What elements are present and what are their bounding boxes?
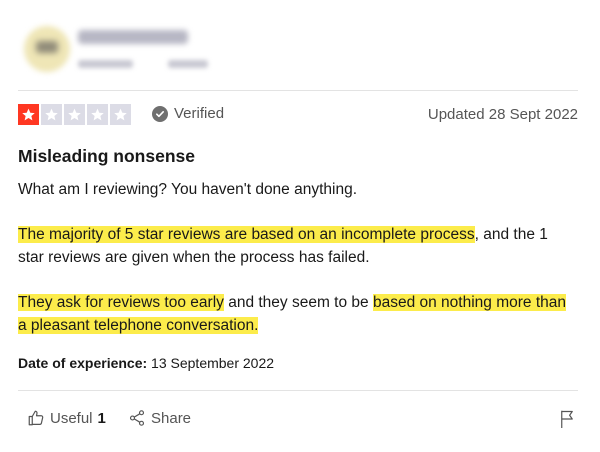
flag-icon — [561, 410, 573, 428]
footer-divider — [18, 390, 578, 391]
highlighted-text: They ask for reviews too early — [18, 294, 224, 311]
avatar[interactable] — [24, 26, 70, 72]
verified-label: Verified — [174, 105, 225, 122]
rating-row: Verified Updated 28 Sept 2022 — [18, 104, 578, 128]
header-divider — [18, 90, 578, 91]
star-icon — [64, 104, 85, 125]
reviewer-header[interactable] — [18, 10, 318, 80]
star-icon — [87, 104, 108, 125]
experience-label: Date of experience: — [18, 355, 148, 371]
experience-value: 13 September 2022 — [147, 355, 275, 371]
reviewer-name-blurred[interactable] — [78, 30, 188, 44]
share-label: Share — [151, 409, 192, 427]
paragraph-text: and they seem to be — [223, 294, 373, 311]
star-rating — [18, 104, 131, 125]
highlighted-text: The majority of 5 star reviews are based… — [18, 226, 475, 243]
updated-date: Updated 28 Sept 2022 — [427, 106, 578, 123]
report-button[interactable] — [558, 409, 576, 434]
check-circle-icon — [152, 105, 168, 122]
review-paragraph: What am I reviewing? You haven't done an… — [18, 178, 574, 201]
review-paragraph: The majority of 5 star reviews are based… — [18, 223, 574, 269]
paragraph-text: What am I reviewing? You haven't done an… — [18, 181, 358, 198]
share-icon — [129, 410, 145, 426]
useful-button[interactable]: Useful 1 — [27, 409, 106, 427]
date-of-experience: Date of experience: 13 September 2022 — [18, 355, 274, 371]
useful-label: Useful — [50, 409, 93, 427]
review-paragraph: They ask for reviews too early and they … — [18, 291, 574, 337]
review-title[interactable]: Misleading nonsense — [18, 146, 195, 167]
thumbs-up-icon — [28, 410, 44, 426]
review-card: Verified Updated 28 Sept 2022 Misleading… — [18, 0, 578, 452]
review-body: What am I reviewing? You haven't done an… — [18, 178, 574, 337]
star-icon — [41, 104, 62, 125]
review-actions: Useful 1 Share — [18, 409, 578, 435]
verified-badge[interactable]: Verified — [152, 105, 224, 122]
useful-count: 1 — [97, 409, 106, 427]
star-icon — [18, 104, 39, 125]
star-icon — [110, 104, 131, 125]
share-button[interactable]: Share — [128, 409, 191, 427]
